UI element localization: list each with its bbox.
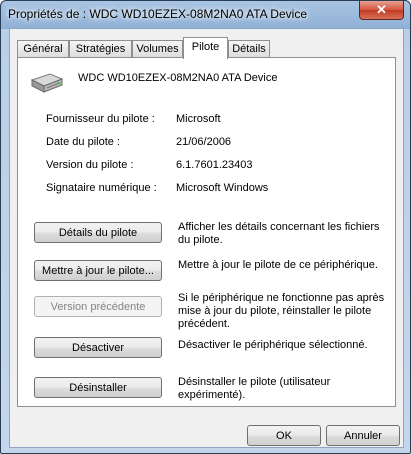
tab-pilote[interactable]: Pilote (183, 37, 228, 59)
info-value-date: 21/06/2006 (176, 136, 232, 148)
ok-button[interactable]: OK (247, 425, 321, 446)
uninstall-button[interactable]: Désinstaller (34, 377, 162, 398)
info-label-signer: Signataire numérique : (46, 182, 157, 194)
disable-button[interactable]: Désactiver (34, 337, 162, 358)
tab-volumes[interactable]: Volumes (132, 40, 183, 58)
properties-dialog: Propriétés de : WDC WD10EZEX-08M2NA0 ATA… (0, 0, 411, 454)
tab-general[interactable]: Général (17, 40, 69, 58)
driver-tab-panel: WDC WD10EZEX-08M2NA0 ATA Device Fourniss… (17, 57, 396, 407)
cancel-button[interactable]: Annuler (326, 425, 400, 446)
info-value-version: 6.1.7601.23403 (176, 159, 253, 171)
dialog-client-area: Général Stratégies Volumes Pilote Détail… (9, 28, 404, 448)
rollback-driver-desc: Si le périphérique ne fonctionne pas apr… (178, 292, 385, 330)
update-driver-button[interactable]: Mettre à jour le pilote... (34, 260, 162, 281)
device-name: WDC WD10EZEX-08M2NA0 ATA Device (78, 72, 278, 84)
info-label-provider: Fournisseur du pilote : (46, 113, 155, 125)
hard-drive-icon (30, 73, 64, 93)
rollback-driver-button[interactable]: Version précédente (34, 296, 162, 317)
window-title: Propriétés de : WDC WD10EZEX-08M2NA0 ATA… (8, 7, 307, 21)
info-label-date: Date du pilote : (46, 136, 120, 148)
uninstall-desc: Désinstaller le pilote (utilisateur expé… (178, 376, 331, 401)
info-value-signer: Microsoft Windows (176, 182, 269, 194)
update-driver-desc: Mettre à jour le pilote de ce périphériq… (178, 259, 378, 271)
disable-desc: Désactiver le périphérique sélectionné. (178, 339, 368, 351)
close-icon: ✕ (376, 2, 387, 17)
tab-strategies[interactable]: Stratégies (69, 40, 132, 58)
title-bar[interactable]: Propriétés de : WDC WD10EZEX-08M2NA0 ATA… (1, 1, 410, 27)
info-label-version: Version du pilote : (46, 159, 134, 171)
tab-details[interactable]: Détails (228, 40, 270, 58)
driver-details-button[interactable]: Détails du pilote (34, 222, 162, 243)
info-value-provider: Microsoft (176, 113, 221, 125)
driver-details-desc: Afficher les détails concernant les fich… (178, 221, 380, 246)
close-button[interactable]: ✕ (359, 1, 404, 20)
